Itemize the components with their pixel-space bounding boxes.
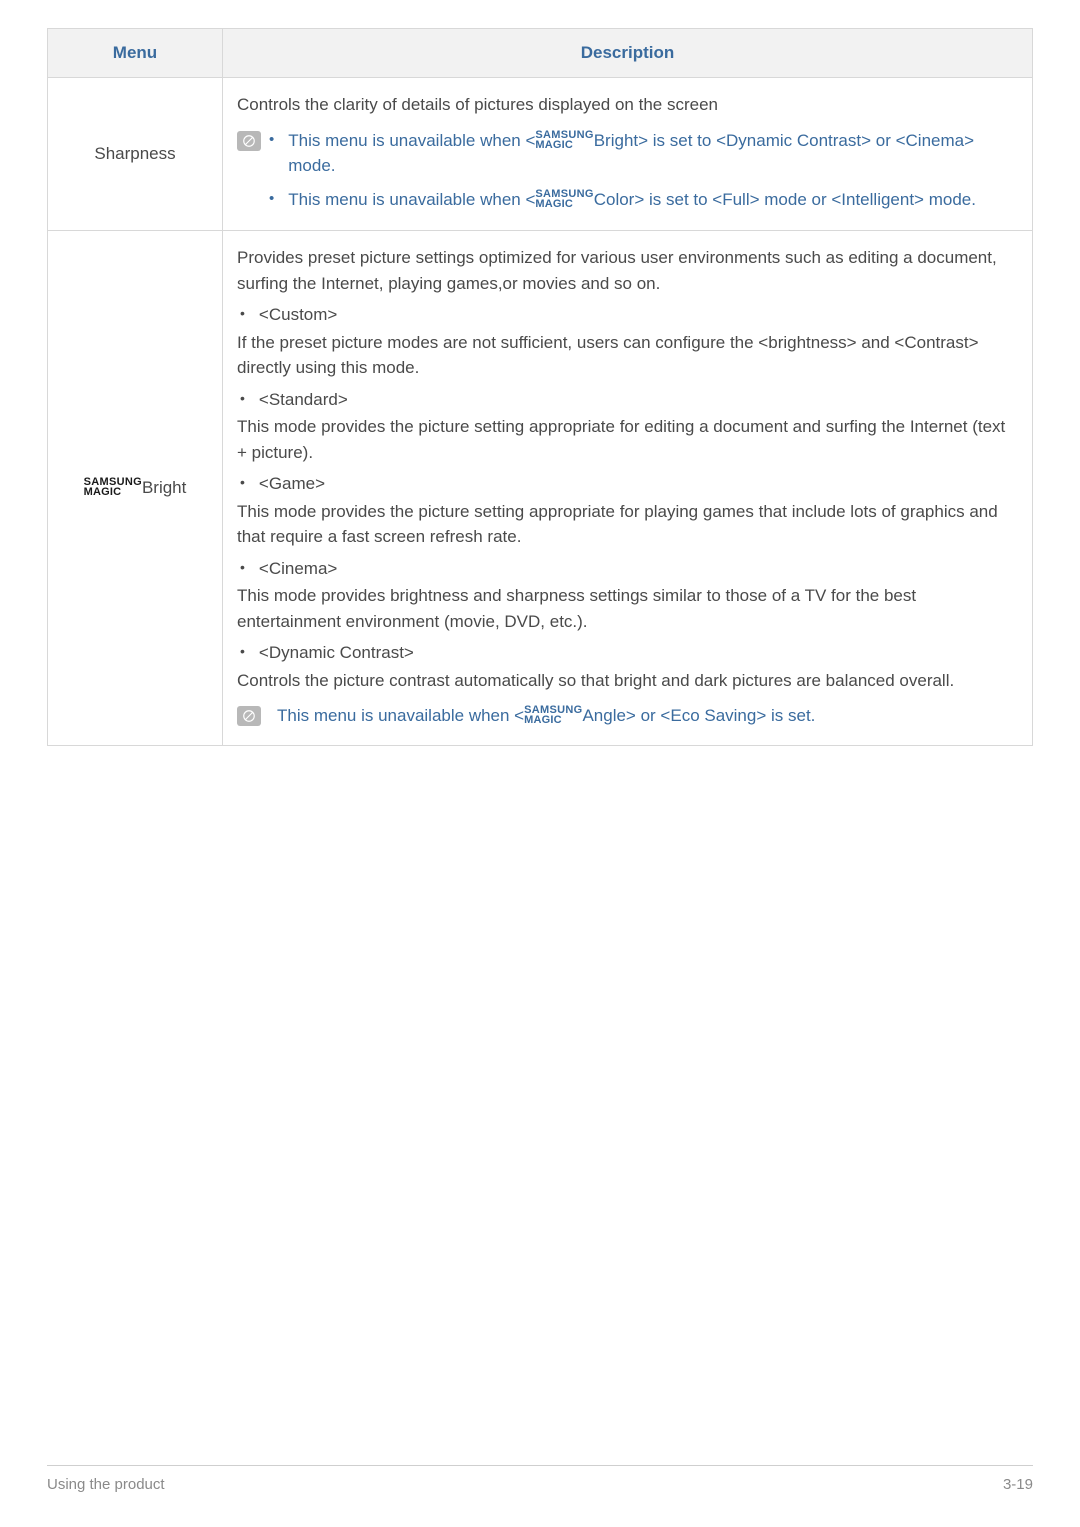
table-header-row: Menu Description xyxy=(48,29,1033,78)
footer-left: Using the product xyxy=(47,1476,165,1493)
samsung-magic-logo: SAMSUNGMAGIC xyxy=(524,706,582,726)
menu-sharpness: Sharpness xyxy=(48,78,223,231)
option-dynamic-text: Controls the picture contrast automatica… xyxy=(237,668,1018,694)
samsung-magic-logo: SAMSUNGMAGIC xyxy=(535,131,593,151)
note-text-post: Angle> or <Eco Saving> is set. xyxy=(582,706,815,725)
bullet-icon: • xyxy=(240,640,245,662)
note-text-pre: This menu is unavailable when < xyxy=(277,706,524,725)
info-icon xyxy=(237,706,261,726)
table-row: Sharpness Controls the clarity of detail… xyxy=(48,78,1033,231)
header-menu: Menu xyxy=(48,29,223,78)
option-cinema-text: This mode provides brightness and sharpn… xyxy=(237,583,1018,634)
bullet-icon: • xyxy=(240,302,245,324)
option-dynamic-contrast: • <Dynamic Contrast> xyxy=(237,640,1018,666)
menu-description-table: Menu Description Sharpness Controls the … xyxy=(47,28,1033,746)
option-custom: • <Custom> xyxy=(237,302,1018,328)
note-text-pre: This menu is unavailable when < xyxy=(288,131,535,150)
note-text-post: Color> is set to <Full> mode or <Intelli… xyxy=(594,190,976,209)
option-label: <Game> xyxy=(259,471,325,497)
sharpness-intro: Controls the clarity of details of pictu… xyxy=(237,92,1018,118)
option-game-text: This mode provides the picture setting a… xyxy=(237,499,1018,550)
bullet-icon: • xyxy=(240,556,245,578)
note-text-pre: This menu is unavailable when < xyxy=(288,190,535,209)
samsung-magic-logo: SAMSUNGMAGIC xyxy=(535,190,593,210)
samsung-magic-logo: SAMSUNGMAGIC xyxy=(84,478,142,498)
bullet-icon: • xyxy=(269,187,274,211)
desc-magic-bright: Provides preset picture settings optimiz… xyxy=(223,231,1033,746)
menu-magic-bright: SAMSUNGMAGICBright xyxy=(48,231,223,746)
option-label: <Standard> xyxy=(259,387,348,413)
document-page: Menu Description Sharpness Controls the … xyxy=(0,0,1080,1527)
option-label: <Dynamic Contrast> xyxy=(259,640,414,666)
option-label: <Cinema> xyxy=(259,556,337,582)
info-icon xyxy=(237,131,261,151)
sharpness-note-block: • This menu is unavailable when <SAMSUNG… xyxy=(237,128,1018,213)
sharpness-note-1: • This menu is unavailable when <SAMSUNG… xyxy=(269,128,1018,179)
page-footer: Using the product 3-19 xyxy=(47,1465,1033,1493)
bullet-icon: • xyxy=(269,128,274,152)
option-standard: • <Standard> xyxy=(237,387,1018,413)
option-label: <Custom> xyxy=(259,302,337,328)
table-row: SAMSUNGMAGICBright Provides preset pictu… xyxy=(48,231,1033,746)
menu-magic-bright-suffix: Bright xyxy=(142,478,186,497)
option-custom-text: If the preset picture modes are not suff… xyxy=(237,330,1018,381)
option-game: • <Game> xyxy=(237,471,1018,497)
desc-sharpness: Controls the clarity of details of pictu… xyxy=(223,78,1033,231)
footer-right: 3-19 xyxy=(1003,1476,1033,1493)
magicbright-intro: Provides preset picture settings optimiz… xyxy=(237,245,1018,296)
bullet-icon: • xyxy=(240,471,245,493)
header-description: Description xyxy=(223,29,1033,78)
bullet-icon: • xyxy=(240,387,245,409)
option-standard-text: This mode provides the picture setting a… xyxy=(237,414,1018,465)
magicbright-note: This menu is unavailable when <SAMSUNGMA… xyxy=(237,703,1018,729)
sharpness-note-2: • This menu is unavailable when <SAMSUNG… xyxy=(269,187,1018,213)
option-cinema: • <Cinema> xyxy=(237,556,1018,582)
